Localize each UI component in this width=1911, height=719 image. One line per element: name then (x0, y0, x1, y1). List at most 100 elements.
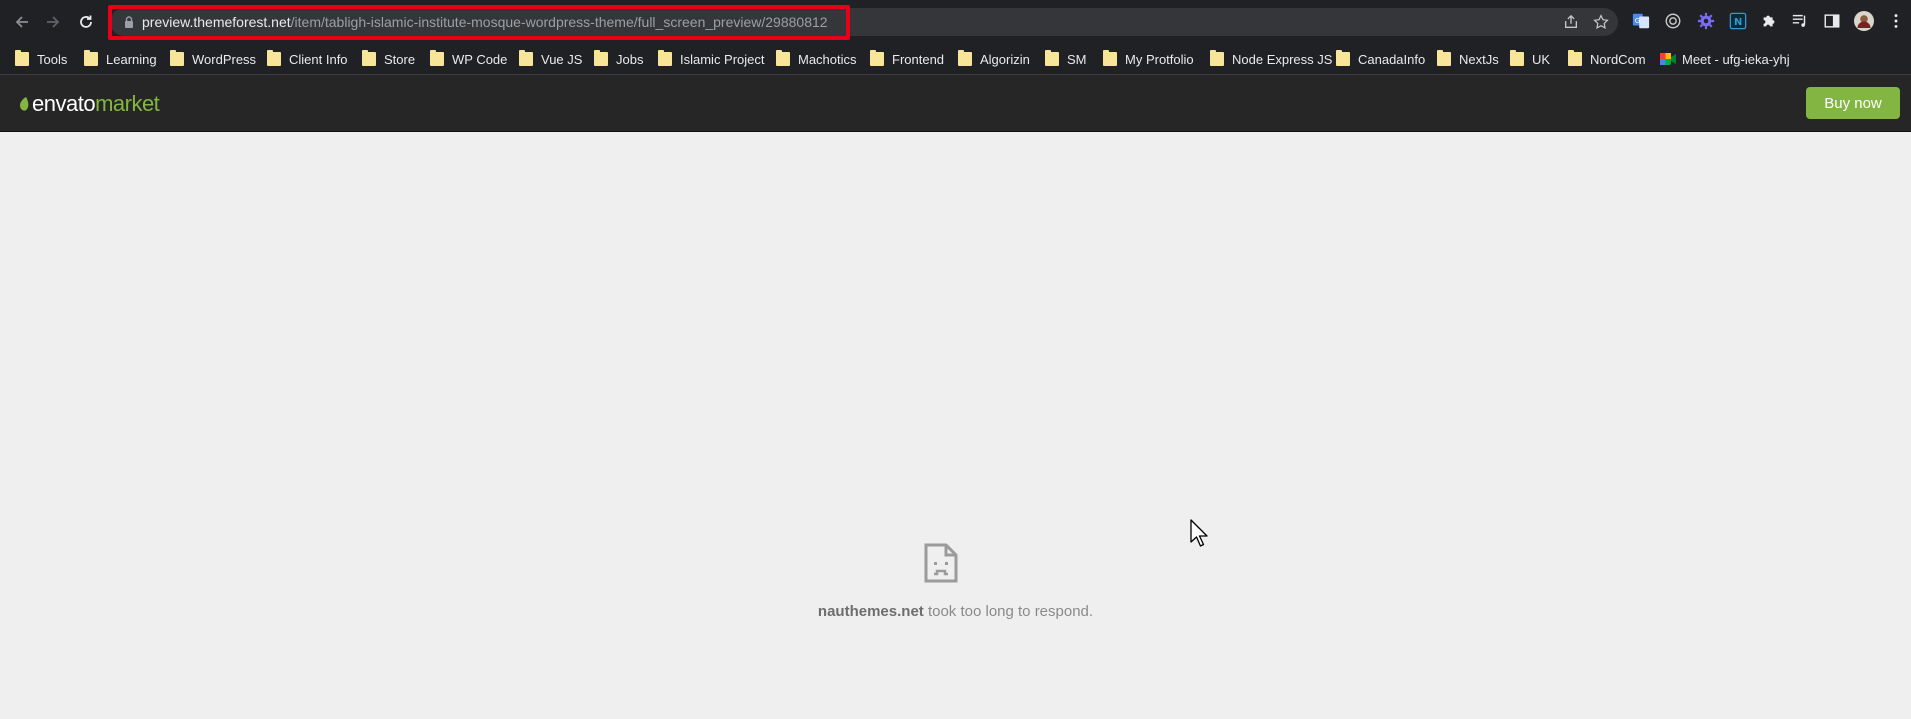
bookmark-folder[interactable]: UK (1510, 49, 1550, 69)
folder-icon (594, 50, 608, 66)
folder-icon (170, 50, 184, 66)
arrow-right-icon (47, 16, 60, 28)
bookmark-folder[interactable]: Learning (84, 49, 157, 69)
bookmark-label: Store (384, 51, 416, 67)
bookmark-label: NextJs (1459, 51, 1499, 67)
bookmark-folder[interactable]: NordCom (1568, 49, 1646, 69)
error-text: took too long to respond. (923, 603, 1094, 620)
bookmark-label: Machotics (798, 51, 857, 67)
share-button[interactable] (1562, 13, 1580, 31)
side-panel-icon (1824, 14, 1840, 28)
bookmark-label: Meet - ufg-ieka-yhj (1682, 51, 1790, 67)
folder-icon (958, 50, 972, 66)
bookmark-label: Node Express JS (1232, 51, 1333, 67)
avatar-icon (1854, 11, 1874, 31)
letter-n-icon: N (1729, 12, 1747, 30)
folder-icon (1568, 50, 1582, 66)
queue-music-icon (1792, 14, 1806, 27)
bookmark-label: Client Info (289, 51, 348, 67)
puzzle-icon (1763, 15, 1775, 27)
share-icon (1565, 14, 1577, 28)
bookmark-folder[interactable]: Algorizin (958, 49, 1030, 69)
bookmark-star-button[interactable] (1592, 13, 1610, 31)
error-host: nauthemes.net (817, 603, 924, 620)
bookmark-label: Learning (106, 51, 157, 67)
reload-icon (80, 15, 92, 28)
bookmark-folder[interactable]: Frontend (870, 49, 944, 69)
folder-icon (1437, 50, 1451, 66)
bookmark-folder[interactable]: WordPress (170, 49, 256, 69)
url-text: preview.themeforest.net/item/tabligh-isl… (142, 14, 828, 30)
bookmark-folder[interactable]: WP Code (430, 49, 507, 69)
browser-menu-button[interactable] (1890, 11, 1902, 31)
bookmark-label: Algorizin (980, 51, 1030, 67)
translate-extension[interactable]: G (1631, 11, 1651, 31)
gear-icon (1697, 12, 1715, 30)
extensions-button[interactable] (1759, 11, 1779, 31)
address-bar[interactable]: preview.themeforest.net/item/tabligh-isl… (110, 8, 1618, 36)
logo-market-text: market (95, 91, 160, 116)
error-message: nauthemes.net took too long to respond. (0, 603, 1911, 620)
forward-button[interactable] (41, 10, 65, 34)
side-panel-button[interactable] (1822, 11, 1842, 31)
sad-page-icon (924, 543, 958, 583)
more-vertical-icon (1894, 14, 1898, 28)
bookmark-label: SM (1067, 51, 1087, 67)
buy-now-button[interactable]: Buy now (1806, 87, 1900, 119)
notion-extension[interactable]: N (1728, 11, 1748, 31)
bookmark-label: Vue JS (541, 51, 583, 67)
bookmark-folder[interactable]: Client Info (267, 49, 348, 69)
url-path: /item/tabligh-islamic-institute-mosque-w… (290, 14, 828, 30)
folder-icon (658, 50, 672, 66)
back-button[interactable] (10, 10, 34, 34)
arrow-left-icon (15, 16, 28, 28)
bookmark-label: WordPress (192, 51, 257, 67)
logo-envato-text: envato (32, 91, 96, 116)
bookmarks-bar: Tools Learning WordPress Client Info Sto… (0, 43, 1911, 75)
bookmark-label: My Protfolio (1125, 51, 1194, 67)
bookmark-label: Jobs (616, 51, 644, 67)
gear-extension[interactable] (1696, 11, 1716, 31)
folder-icon (15, 50, 29, 66)
bookmark-meet[interactable]: Meet - ufg-ieka-yhj (1660, 49, 1790, 69)
folder-icon (776, 50, 790, 66)
browser-toolbar: preview.themeforest.net/item/tabligh-isl… (0, 0, 1911, 43)
folder-icon (870, 50, 884, 66)
mouse-cursor-icon (1190, 519, 1208, 547)
bookmark-folder[interactable]: Store (362, 49, 415, 69)
svg-text:G: G (1635, 16, 1641, 25)
media-button[interactable] (1790, 11, 1810, 31)
folder-icon (430, 50, 444, 66)
folder-icon (1510, 50, 1524, 66)
reload-button[interactable] (74, 10, 98, 34)
bookmark-folder[interactable]: My Protfolio (1103, 49, 1194, 69)
bookmark-folder[interactable]: SM (1045, 49, 1087, 69)
folder-icon (519, 50, 533, 66)
meet-icon (1660, 53, 1676, 65)
leaf-icon (20, 97, 29, 111)
url-domain: preview.themeforest.net (142, 14, 291, 30)
bookmark-label: Frontend (892, 51, 945, 67)
folder-icon (1103, 50, 1117, 66)
translate-icon: G (1632, 13, 1650, 29)
folder-icon (267, 50, 281, 66)
bookmark-folder[interactable]: NextJs (1437, 49, 1499, 69)
profile-avatar[interactable] (1854, 11, 1874, 31)
bookmark-folder[interactable]: Islamic Project (658, 49, 765, 69)
bookmark-folder[interactable]: Vue JS (519, 49, 582, 69)
bookmark-folder[interactable]: CanadaInfo (1336, 49, 1425, 69)
bookmark-label: WP Code (452, 51, 508, 67)
bookmark-folder[interactable]: Machotics (776, 49, 857, 69)
folder-icon (1210, 50, 1224, 66)
envato-market-logo[interactable]: envato market (19, 91, 160, 117)
folder-icon (84, 50, 98, 66)
bookmark-folder[interactable]: Tools (15, 49, 67, 69)
bookmark-folder[interactable]: Node Express JS (1210, 49, 1332, 69)
star-icon (1593, 14, 1609, 30)
bookmark-label: CanadaInfo (1358, 51, 1426, 67)
bookmark-label: UK (1532, 51, 1551, 67)
folder-icon (1045, 50, 1059, 66)
target-extension[interactable] (1663, 11, 1683, 31)
svg-text:N: N (1734, 17, 1742, 28)
bookmark-folder[interactable]: Jobs (594, 49, 643, 69)
